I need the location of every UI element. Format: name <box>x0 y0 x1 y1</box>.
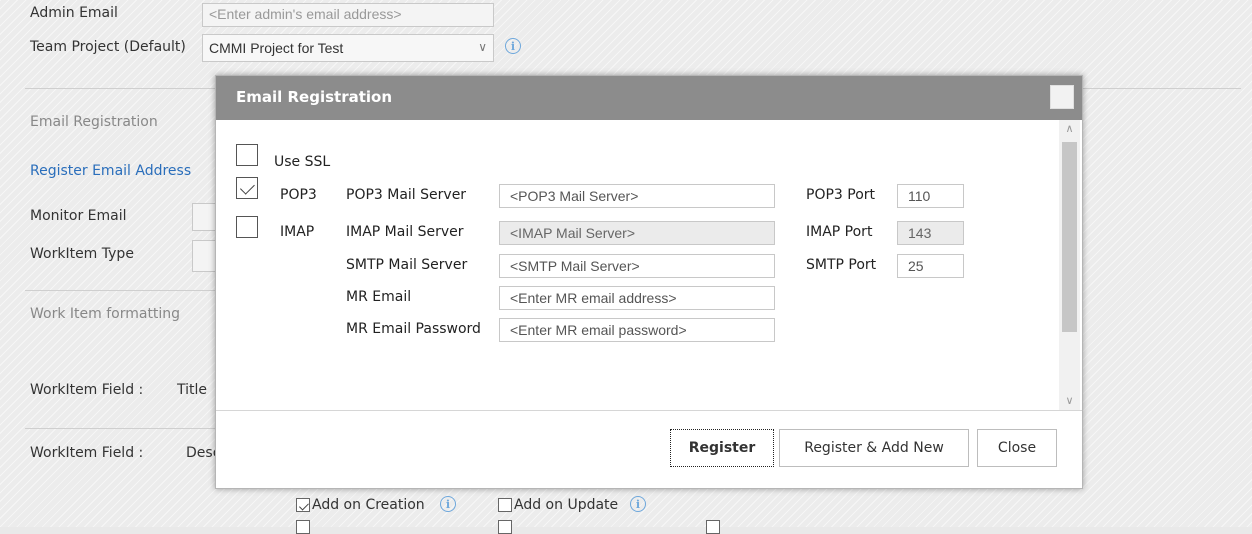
smtp-port-input[interactable]: 25 <box>897 254 964 278</box>
check-icon <box>299 500 309 511</box>
check-icon <box>240 179 255 195</box>
add-on-update-checkbox[interactable] <box>498 498 512 512</box>
scroll-up-icon[interactable]: ∧ <box>1059 120 1080 138</box>
checkbox[interactable] <box>706 520 720 534</box>
add-on-creation-label: Add on Creation <box>312 497 425 513</box>
dialog-title: Email Registration <box>236 88 393 106</box>
imap-label: IMAP <box>280 224 315 240</box>
maximize-icon[interactable] <box>1050 85 1074 109</box>
divider <box>25 428 215 429</box>
info-icon[interactable]: i <box>505 38 521 54</box>
register-email-link[interactable]: Register Email Address <box>30 163 191 179</box>
imap-checkbox[interactable] <box>236 216 258 238</box>
email-registration-dialog: Email Registration Use SSL POP3 POP3 Mai… <box>215 75 1083 489</box>
add-on-creation-checkbox[interactable] <box>296 498 310 512</box>
info-icon[interactable]: i <box>630 496 646 512</box>
use-ssl-checkbox[interactable] <box>236 144 258 166</box>
workitem-type-label: WorkItem Type <box>30 246 134 262</box>
smtp-port-label: SMTP Port <box>806 257 877 273</box>
smtp-server-label: SMTP Mail Server <box>346 257 468 273</box>
team-project-label: Team Project (Default) <box>30 39 186 55</box>
workitem-field-value: Title <box>177 382 208 398</box>
divider <box>1081 88 1241 89</box>
smtp-server-input[interactable]: <SMTP Mail Server> <box>499 254 775 278</box>
team-project-value: CMMI Project for Test <box>209 40 344 56</box>
scrollbar[interactable]: ∧ ∨ <box>1059 120 1080 410</box>
scroll-down-icon[interactable]: ∨ <box>1059 392 1080 410</box>
pop3-server-input[interactable]: <POP3 Mail Server> <box>499 184 775 208</box>
workitem-field-label: WorkItem Field : <box>30 382 144 398</box>
admin-email-label: Admin Email <box>30 5 118 21</box>
workitem-field-value: Desc <box>186 445 215 461</box>
mr-email-label: MR Email <box>346 289 412 305</box>
monitor-email-label: Monitor Email <box>30 208 127 224</box>
admin-email-input[interactable]: <Enter admin's email address> <box>202 3 494 27</box>
pop3-port-label: POP3 Port <box>806 187 876 203</box>
pop3-port-input[interactable]: 110 <box>897 184 964 208</box>
register-add-new-button[interactable]: Register & Add New <box>779 429 969 467</box>
divider <box>25 88 215 89</box>
use-ssl-label: Use SSL <box>274 154 331 170</box>
workitem-field-label: WorkItem Field : <box>30 445 144 461</box>
imap-port-input[interactable]: 143 <box>897 221 964 245</box>
chevron-down-icon: ∨ <box>478 40 487 54</box>
add-on-update-label: Add on Update <box>514 497 619 513</box>
pop3-checkbox[interactable] <box>236 177 258 199</box>
pop3-label: POP3 <box>280 187 317 203</box>
dialog-footer: Register Register & Add New Close <box>216 410 1082 489</box>
info-icon[interactable]: i <box>440 496 456 512</box>
checkbox[interactable] <box>498 520 512 534</box>
imap-server-input[interactable]: <IMAP Mail Server> <box>499 221 775 245</box>
close-button[interactable]: Close <box>977 429 1057 467</box>
mr-password-input[interactable]: <Enter MR email password> <box>499 318 775 342</box>
mr-password-label: MR Email Password <box>346 321 481 337</box>
divider <box>25 290 215 291</box>
imap-port-label: IMAP Port <box>806 224 873 240</box>
email-registration-label: Email Registration <box>30 114 158 130</box>
scrollbar-thumb[interactable] <box>1062 142 1077 332</box>
dialog-body: Use SSL POP3 POP3 Mail Server <POP3 Mail… <box>216 120 1082 410</box>
mr-email-input[interactable]: <Enter MR email address> <box>499 286 775 310</box>
work-item-formatting-label: Work Item formatting <box>30 306 181 322</box>
dialog-header: Email Registration <box>216 76 1082 120</box>
register-button[interactable]: Register <box>670 429 774 467</box>
team-project-select[interactable]: CMMI Project for Test ∨ <box>202 34 494 62</box>
pop3-server-label: POP3 Mail Server <box>346 187 467 203</box>
checkbox[interactable] <box>296 520 310 534</box>
imap-server-label: IMAP Mail Server <box>346 224 464 240</box>
